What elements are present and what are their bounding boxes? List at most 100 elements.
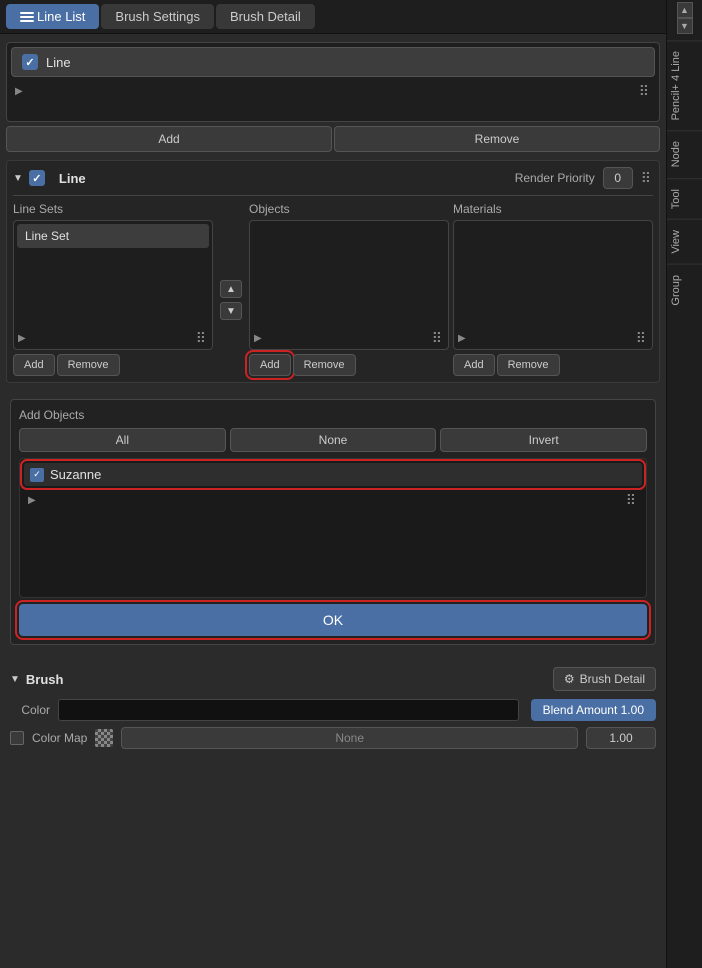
sidebar-tabs: Pencil+ 4 Line Node Tool View Group: [667, 40, 702, 968]
opacity-field[interactable]: 1.00: [586, 727, 656, 749]
line-sets-list: Line Set ▶ ⠿: [13, 220, 213, 350]
checkerboard-icon: [95, 729, 113, 747]
scroll-down-btn[interactable]: ▼: [677, 18, 693, 34]
line-sets-footer: ▶ ⠿: [14, 328, 212, 349]
sidebar-tab-view[interactable]: View: [667, 219, 702, 264]
line-sets-btns: Add Remove: [13, 354, 213, 376]
collapse-icon[interactable]: ▼: [13, 173, 23, 184]
line-sets-remove-btn[interactable]: Remove: [57, 354, 120, 376]
line-list-panel: Line ▶ ⠿ Add Remove: [6, 42, 660, 152]
objects-dots-icon: ⠿: [432, 330, 444, 347]
objects-search-list: Suzanne ▶ ⠿: [19, 458, 647, 598]
section-dots: ⠿: [641, 170, 653, 187]
objects-list: ▶ ⠿: [249, 220, 449, 350]
line-section-header: ▼ Line Render Priority 0 ⠿: [13, 167, 653, 189]
sidebar-tab-tool[interactable]: Tool: [667, 178, 702, 219]
line-list-item[interactable]: Line: [11, 47, 655, 77]
ok-btn[interactable]: OK: [19, 604, 647, 636]
brush-title: Brush: [26, 672, 64, 687]
colormap-checkbox[interactable]: [10, 731, 24, 745]
materials-dots-icon: ⠿: [636, 330, 648, 347]
line-list-remove-btn[interactable]: Remove: [334, 126, 660, 152]
colormap-label: Color Map: [32, 731, 87, 745]
obj-list-dots-icon: ⠿: [626, 492, 638, 509]
color-row: Color Blend Amount 1.00: [10, 699, 656, 721]
right-panel: ▲ ▼ Pencil+ 4 Line Node Tool View Group: [666, 0, 702, 968]
materials-btns: Add Remove: [453, 354, 653, 376]
line-header-left: ▼ Line: [13, 170, 86, 186]
line-sets-add-btn[interactable]: Add: [13, 354, 55, 376]
line-set-item[interactable]: Line Set: [17, 224, 209, 248]
objects-remove-btn[interactable]: Remove: [293, 354, 356, 376]
render-priority-value[interactable]: 0: [603, 167, 633, 189]
line-section-title: Line: [59, 171, 86, 186]
main-content: Line ▶ ⠿ Add Remove ▼ Line: [0, 34, 666, 968]
suzanne-item[interactable]: Suzanne: [24, 463, 642, 486]
sidebar-tab-group[interactable]: Group: [667, 264, 702, 316]
line-sets-label: Line Sets: [13, 202, 213, 216]
brush-detail-icon: ⚙: [564, 672, 575, 686]
invert-btn[interactable]: Invert: [440, 428, 647, 452]
tab-brush-settings[interactable]: Brush Settings: [101, 4, 214, 29]
materials-arrow-icon: ▶: [458, 333, 466, 344]
tab-line-list-label: Line List: [37, 9, 85, 24]
objects-btns: Add Remove: [249, 354, 449, 376]
none-btn[interactable]: None: [230, 428, 437, 452]
move-down-btn[interactable]: ▼: [220, 302, 242, 320]
line-section-checkbox[interactable]: [29, 170, 45, 186]
brush-header: ▼ Brush ⚙ Brush Detail: [10, 667, 656, 691]
brush-detail-btn-label: Brush Detail: [580, 672, 645, 686]
dots-icon: ⠿: [639, 83, 651, 100]
suzanne-label: Suzanne: [50, 467, 101, 482]
brush-title-row: ▼ Brush: [10, 672, 63, 687]
line-header-right: Render Priority 0 ⠿: [515, 167, 653, 189]
filter-row: All None Invert: [19, 428, 647, 452]
brush-detail-btn[interactable]: ⚙ Brush Detail: [553, 667, 656, 691]
color-label: Color: [10, 703, 50, 717]
materials-remove-btn[interactable]: Remove: [497, 354, 560, 376]
add-objects-label: Add Objects: [19, 408, 647, 422]
materials-label: Materials: [453, 202, 653, 216]
suzanne-checkbox[interactable]: [30, 468, 44, 482]
objects-label: Objects: [249, 202, 449, 216]
all-btn[interactable]: All: [19, 428, 226, 452]
sidebar-tab-node[interactable]: Node: [667, 130, 702, 177]
materials-list: ▶ ⠿: [453, 220, 653, 350]
tab-brush-detail-label: Brush Detail: [230, 9, 301, 24]
lineset-arrow-icon: ▶: [18, 333, 26, 344]
brush-section: ▼ Brush ⚙ Brush Detail Color Blend Amoun…: [6, 661, 660, 755]
columns-area: Line Sets Line Set ▶ ⠿ Add Remove: [13, 202, 653, 376]
tab-line-list[interactable]: Line List: [6, 4, 99, 29]
materials-footer: ▶ ⠿: [454, 328, 652, 349]
tab-bar: Line List Brush Settings Brush Detail: [0, 0, 666, 34]
obj-list-footer: ▶ ⠿: [24, 490, 642, 511]
objects-add-btn[interactable]: Add: [249, 354, 291, 376]
line-section: ▼ Line Render Priority 0 ⠿ Line Sets Lin: [6, 160, 660, 383]
colormap-dropdown[interactable]: None: [121, 727, 578, 749]
brush-collapse-icon[interactable]: ▼: [10, 674, 20, 685]
expand-arrow-icon: ▶: [15, 86, 23, 97]
scroll-up-btn[interactable]: ▲: [677, 2, 693, 18]
line-list-box: Line ▶ ⠿: [6, 42, 660, 122]
line-item-checkbox[interactable]: [22, 54, 38, 70]
scrollbar: ▲ ▼: [667, 0, 702, 36]
tab-brush-detail[interactable]: Brush Detail: [216, 4, 315, 29]
materials-column: Materials ▶ ⠿ Add Remove: [453, 202, 653, 376]
list-footer: ▶ ⠿: [11, 81, 655, 102]
line-sets-column: Line Sets Line Set ▶ ⠿ Add Remove: [13, 202, 213, 376]
color-swatch[interactable]: [58, 699, 519, 721]
tab-brush-settings-label: Brush Settings: [115, 9, 200, 24]
objects-column: Objects ▶ ⠿ Add Remove: [249, 202, 449, 376]
sidebar-tab-pencil[interactable]: Pencil+ 4 Line: [667, 40, 702, 130]
lineset-dots-icon: ⠿: [196, 330, 208, 347]
add-objects-section: Add Objects All None Invert Suzanne ▶ ⠿ …: [10, 399, 656, 645]
objects-arrow-icon: ▶: [254, 333, 262, 344]
line-item-label: Line: [46, 55, 71, 70]
list-icon: [20, 12, 34, 22]
section-divider: [13, 195, 653, 196]
move-up-btn[interactable]: ▲: [220, 280, 242, 298]
materials-add-btn[interactable]: Add: [453, 354, 495, 376]
blend-amount-btn[interactable]: Blend Amount 1.00: [531, 699, 656, 721]
colormap-row: Color Map None 1.00: [10, 727, 656, 749]
line-list-add-btn[interactable]: Add: [6, 126, 332, 152]
